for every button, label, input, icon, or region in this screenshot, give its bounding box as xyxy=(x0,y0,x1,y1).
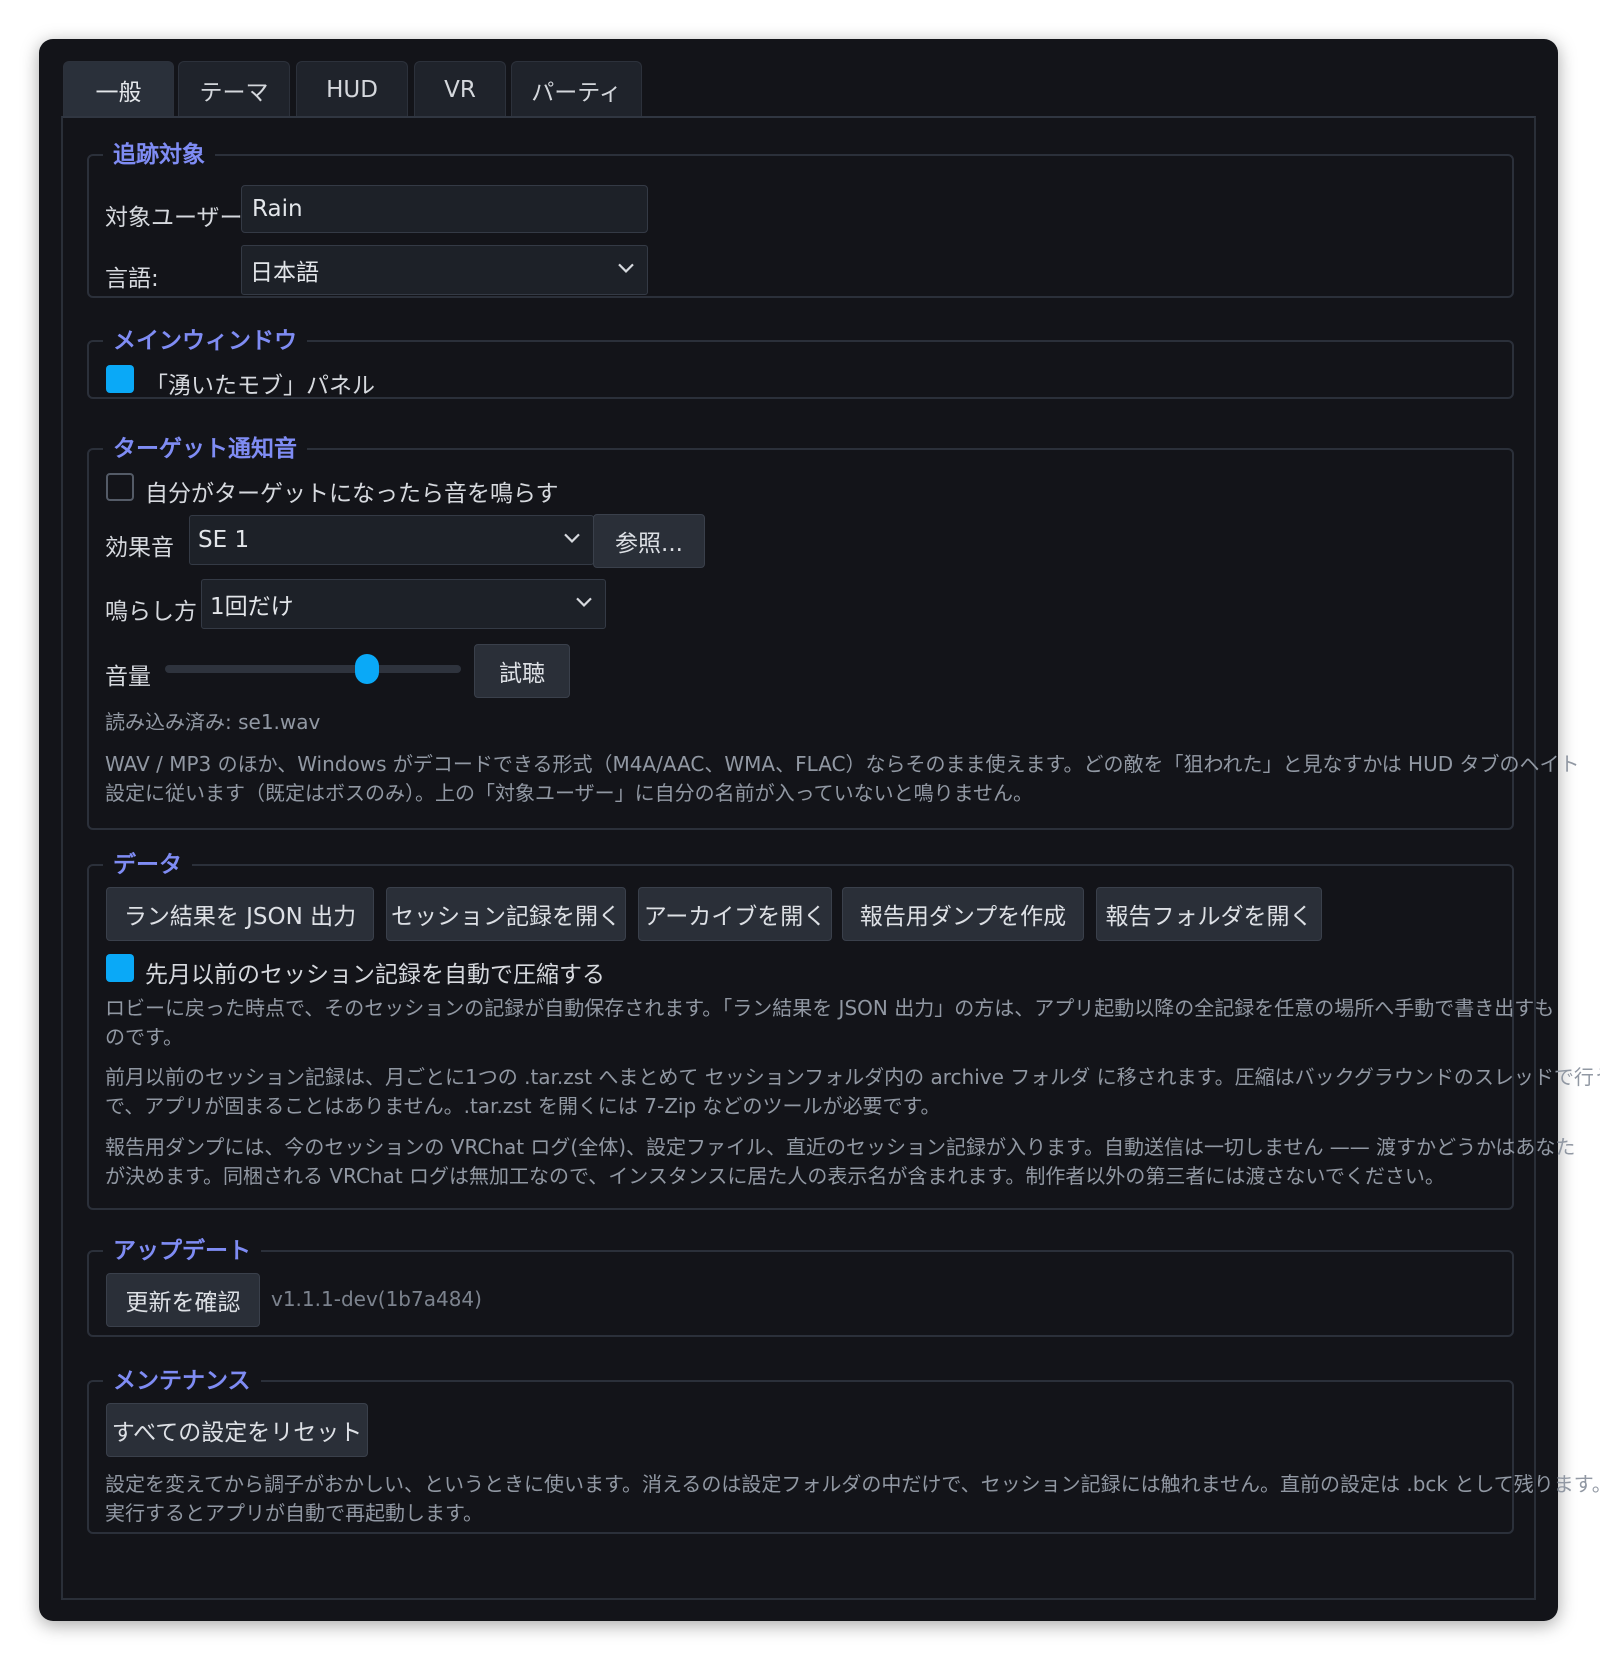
general-tab-panel: 追跡対象 対象ユーザー: Rain 言語: 日本語 メインウィンドウ 「湧いたモ… xyxy=(61,116,1600,1600)
tab-party[interactable]: パーティ xyxy=(511,61,642,117)
auto-compress-checkbox[interactable] xyxy=(106,954,134,982)
play-mode-select-value: 1回だけ xyxy=(210,594,294,620)
play-on-target-checkbox[interactable] xyxy=(106,473,134,501)
data-note-2-line-2: で、アプリが固まることはありません。.tar.zst を開くには 7-Zip な… xyxy=(105,1094,941,1118)
tracking-group: 追跡対象 対象ユーザー: Rain 言語: 日本語 xyxy=(87,143,1514,298)
open-sessions-button[interactable]: セッション記録を開く xyxy=(386,887,626,941)
target-user-label: 対象ユーザー: xyxy=(105,205,251,231)
auto-compress-label: 先月以前のセッション記録を自動で圧縮する xyxy=(145,962,605,988)
tab-theme[interactable]: テーマ xyxy=(178,61,290,117)
data-group: データ ラン結果を JSON 出力 セッション記録を開く アーカイブを開く 報告… xyxy=(87,852,1600,1210)
mob-panel-label: 「湧いたモブ」パネル xyxy=(145,373,375,399)
data-note-1-line-1: ロビーに戻った時点で、そのセッションの記録が自動保存されます。「ラン結果を JS… xyxy=(105,996,1555,1020)
mob-panel-checkbox[interactable] xyxy=(106,365,134,393)
maintenance-group-title: メンテナンス xyxy=(113,1368,251,1394)
update-group: アップデート 更新を確認 v1.1.1-dev(1b7a484) xyxy=(87,1239,1514,1337)
effect-label: 効果音 xyxy=(105,535,174,561)
open-report-folder-button[interactable]: 報告フォルダを開く xyxy=(1096,887,1322,941)
data-note-3-line-2: が決めます。同梱される VRChat ログは無加工なので、インスタンスに居た人の… xyxy=(105,1164,1445,1188)
target-sound-group-title: ターゲット通知音 xyxy=(113,436,297,462)
data-note-1-line-2: のです。 xyxy=(105,1025,183,1049)
effect-select[interactable]: SE 1 xyxy=(189,515,594,565)
play-mode-select[interactable]: 1回だけ xyxy=(201,579,606,629)
preview-button[interactable]: 試聴 xyxy=(474,644,570,698)
check-update-button[interactable]: 更新を確認 xyxy=(106,1273,260,1327)
maintenance-group: メンテナンス すべての設定をリセット 設定を変えてから調子がおかしい、というとき… xyxy=(87,1368,1600,1534)
chevron-down-icon xyxy=(617,254,635,280)
volume-slider[interactable] xyxy=(165,654,461,684)
update-group-title: アップデート xyxy=(113,1238,251,1264)
maintenance-note-line-2: 実行するとアプリが自動で再起動します。 xyxy=(105,1501,483,1525)
tab-general[interactable]: 一般 xyxy=(63,61,174,117)
browse-button[interactable]: 参照... xyxy=(593,514,705,568)
play-mode-label: 鳴らし方 xyxy=(105,599,197,625)
data-note-3-line-1: 報告用ダンプには、今のセッションの VRChat ログ(全体)、設定ファイル、直… xyxy=(105,1135,1576,1159)
main-window-group-title: メインウィンドウ xyxy=(113,328,297,354)
maintenance-note-line-1: 設定を変えてから調子がおかしい、というときに使います。消えるのは設定フォルダの中… xyxy=(105,1472,1600,1496)
tab-vr[interactable]: VR xyxy=(414,61,506,117)
volume-label: 音量 xyxy=(105,664,151,690)
language-select-value: 日本語 xyxy=(250,260,319,286)
loaded-file-text: 読み込み済み: se1.wav xyxy=(105,710,321,734)
sound-help-line-1: WAV / MP3 のほか、Windows がデコードできる形式（M4A/AAC… xyxy=(105,752,1580,776)
target-sound-group: ターゲット通知音 自分がターゲットになったら音を鳴らす 効果音 SE 1 参照.… xyxy=(87,436,1580,830)
export-json-button[interactable]: ラン結果を JSON 出力 xyxy=(106,887,374,941)
settings-window: 一般 テーマ HUD VR パーティ 追跡対象 対象ユーザー: Rain 言語:… xyxy=(39,39,1600,1621)
language-select[interactable]: 日本語 xyxy=(241,245,648,295)
play-on-target-label: 自分がターゲットになったら音を鳴らす xyxy=(145,481,559,507)
version-text: v1.1.1-dev(1b7a484) xyxy=(271,1287,482,1311)
chevron-down-icon xyxy=(575,588,593,614)
chevron-down-icon xyxy=(563,524,581,550)
create-dump-button[interactable]: 報告用ダンプを作成 xyxy=(842,887,1084,941)
reset-settings-button[interactable]: すべての設定をリセット xyxy=(106,1403,368,1457)
sound-help-line-2: 設定に従います（既定はボスのみ）。上の「対象ユーザー」に自分の名前が入っていない… xyxy=(105,781,1033,805)
volume-slider-thumb[interactable] xyxy=(355,654,379,684)
tracking-group-title: 追跡対象 xyxy=(113,142,205,168)
volume-slider-track xyxy=(165,665,461,673)
main-window-group: メインウィンドウ 「湧いたモブ」パネル xyxy=(87,329,1514,399)
data-group-title: データ xyxy=(113,852,182,878)
effect-select-value: SE 1 xyxy=(198,527,250,553)
data-note-2-line-1: 前月以前のセッション記録は、月ごとに1つの .tar.zst へまとめて セッシ… xyxy=(105,1065,1600,1089)
open-archive-button[interactable]: アーカイブを開く xyxy=(638,887,832,941)
target-user-input[interactable]: Rain xyxy=(241,185,648,233)
tab-hud[interactable]: HUD xyxy=(296,61,408,117)
language-label: 言語: xyxy=(105,266,159,292)
